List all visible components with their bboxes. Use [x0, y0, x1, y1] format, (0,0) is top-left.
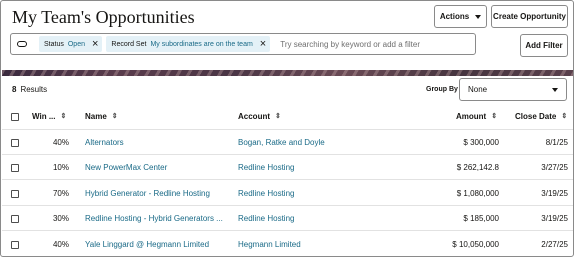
row-checkbox[interactable] — [11, 190, 19, 198]
results-number: 8 — [12, 85, 17, 94]
close-icon[interactable]: × — [260, 38, 266, 50]
row-checkbox[interactable] — [11, 215, 19, 223]
opportunity-name-link[interactable]: Hybrid Generator - Redline Hosting — [85, 189, 210, 198]
add-filter-button[interactable]: Add Filter — [520, 34, 568, 57]
opportunity-name-link[interactable]: Alternators — [85, 138, 124, 147]
column-header-account[interactable]: Account ⇕ — [238, 112, 281, 121]
search-input[interactable] — [280, 39, 451, 49]
divider — [2, 230, 573, 231]
group-by-value: None — [468, 85, 488, 94]
column-label: Name — [85, 112, 107, 121]
column-label: Win ... — [32, 112, 56, 121]
win-probability: 30% — [52, 214, 69, 223]
account-link[interactable]: Redline Hosting — [238, 163, 294, 172]
win-probability: 40% — [52, 138, 69, 147]
actions-button[interactable]: Actions — [434, 5, 487, 28]
sort-updown-icon[interactable]: ⇕ — [112, 113, 118, 120]
create-opportunity-label: Create Opportunity — [493, 12, 566, 21]
amount: $ 185,000 — [463, 214, 499, 223]
close-date: 8/1/25 — [545, 138, 568, 147]
actions-button-label: Actions — [439, 12, 470, 21]
win-probability: 70% — [52, 189, 69, 198]
opportunity-name-link[interactable]: New PowerMax Center — [85, 163, 167, 172]
account-link[interactable]: Bogan, Ratke and Doyle — [238, 138, 325, 147]
close-date: 3/19/25 — [541, 214, 568, 223]
column-label: Account — [238, 112, 270, 121]
column-header-close-date[interactable]: Close Date ⇕ — [515, 112, 567, 121]
amount: $ 10,050,000 — [452, 240, 499, 249]
opportunity-name-link[interactable]: Yale Linggard @ Hegmann Limited — [85, 240, 209, 249]
column-label: Amount — [456, 112, 487, 121]
filter-chip-status[interactable]: Status Open × — [39, 36, 103, 52]
sort-updown-icon[interactable]: ⇕ — [491, 113, 497, 120]
close-date: 3/19/25 — [541, 189, 568, 198]
group-by-select[interactable]: None — [459, 78, 567, 101]
divider — [2, 129, 573, 130]
close-icon[interactable]: × — [92, 38, 98, 50]
select-all-checkbox[interactable] — [11, 113, 19, 121]
results-count: 8 Results — [12, 85, 47, 94]
account-link[interactable]: Redline Hosting — [238, 189, 294, 198]
chip-value: Open — [67, 40, 85, 48]
column-header-win[interactable]: Win ... ⇕ — [32, 112, 66, 121]
caret-down-icon — [552, 87, 558, 92]
divider — [2, 179, 573, 180]
page-title: My Team's Opportunities — [12, 7, 195, 27]
chip-value: My subordinates are on the team — [150, 40, 253, 48]
column-label: Close Date — [515, 112, 557, 121]
add-filter-label: Add Filter — [525, 41, 563, 50]
win-probability: 10% — [52, 163, 69, 172]
chip-key: Record Set — [111, 40, 147, 48]
search-bar[interactable]: Status Open × Record Set My subordinates… — [10, 33, 476, 55]
decorative-banner — [2, 70, 573, 76]
sort-updown-icon[interactable]: ⇕ — [275, 113, 281, 120]
column-header-amount[interactable]: Amount ⇕ — [456, 112, 497, 121]
opportunity-name-link[interactable]: Redline Hosting - Hybrid Generators ... — [85, 214, 223, 223]
amount: $ 1,080,000 — [456, 189, 499, 198]
filter-toggle-icon[interactable] — [17, 41, 27, 47]
filter-chip-record-set[interactable]: Record Set My subordinates are on the te… — [106, 36, 271, 52]
sort-updown-icon[interactable]: ⇕ — [60, 113, 66, 120]
divider — [2, 154, 573, 155]
chip-key: Status — [44, 40, 64, 48]
amount: $ 300,000 — [463, 138, 499, 147]
close-date: 2/27/25 — [541, 240, 568, 249]
amount: $ 262,142.8 — [456, 163, 499, 172]
opportunities-panel: My Team's Opportunities Actions Create O… — [0, 0, 574, 257]
win-probability: 40% — [52, 240, 69, 249]
caret-down-icon — [475, 14, 482, 19]
divider — [2, 205, 573, 206]
sort-updown-icon[interactable]: ⇕ — [561, 113, 567, 120]
account-link[interactable]: Hegmann Limited — [238, 240, 301, 249]
row-checkbox[interactable] — [11, 241, 19, 249]
account-link[interactable]: Redline Hosting — [238, 214, 294, 223]
results-label: Results — [20, 85, 48, 94]
create-opportunity-button[interactable]: Create Opportunity — [491, 5, 568, 28]
row-checkbox[interactable] — [11, 139, 19, 147]
close-date: 3/27/25 — [541, 163, 568, 172]
column-header-name[interactable]: Name ⇕ — [85, 112, 118, 121]
row-checkbox[interactable] — [11, 164, 19, 172]
group-by-label: Group By — [426, 86, 458, 93]
